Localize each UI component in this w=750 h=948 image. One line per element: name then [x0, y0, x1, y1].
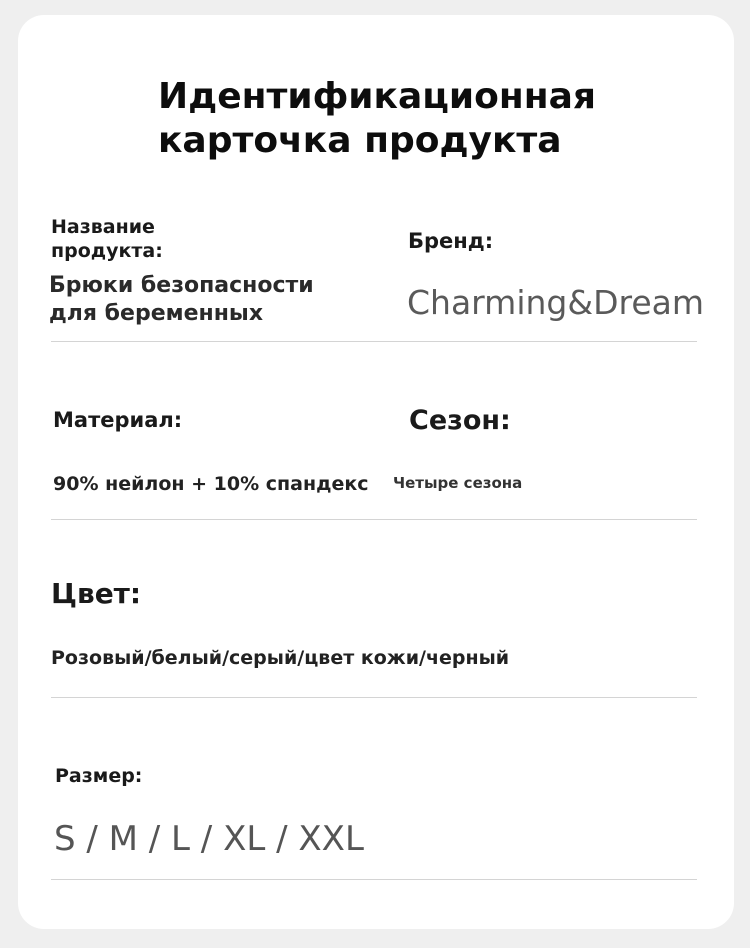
card-title: Идентификационная карточка продукта	[158, 76, 597, 161]
season-value: Четыре сезона	[393, 474, 523, 492]
size-label: Размер:	[55, 765, 143, 787]
divider	[51, 341, 697, 342]
product-name-label: Название продукта:	[51, 216, 163, 262]
product-name-value: Брюки безопасности для беременных	[49, 273, 314, 326]
size-value: S / M / L / XL / XXL	[54, 819, 364, 859]
brand-label: Бренд:	[408, 229, 494, 253]
divider	[51, 519, 697, 520]
brand-value: Charming&Dream	[407, 283, 704, 322]
material-value: 90% нейлон + 10% спандекс	[53, 473, 369, 495]
product-card: Идентификационная карточка продукта Назв…	[18, 15, 734, 929]
divider	[51, 879, 697, 880]
divider	[51, 697, 697, 698]
color-value: Розовый/белый/серый/цвет кожи/черный	[51, 647, 510, 669]
material-label: Материал:	[53, 408, 183, 432]
season-label: Сезон:	[409, 405, 511, 436]
color-label: Цвет:	[51, 577, 142, 610]
